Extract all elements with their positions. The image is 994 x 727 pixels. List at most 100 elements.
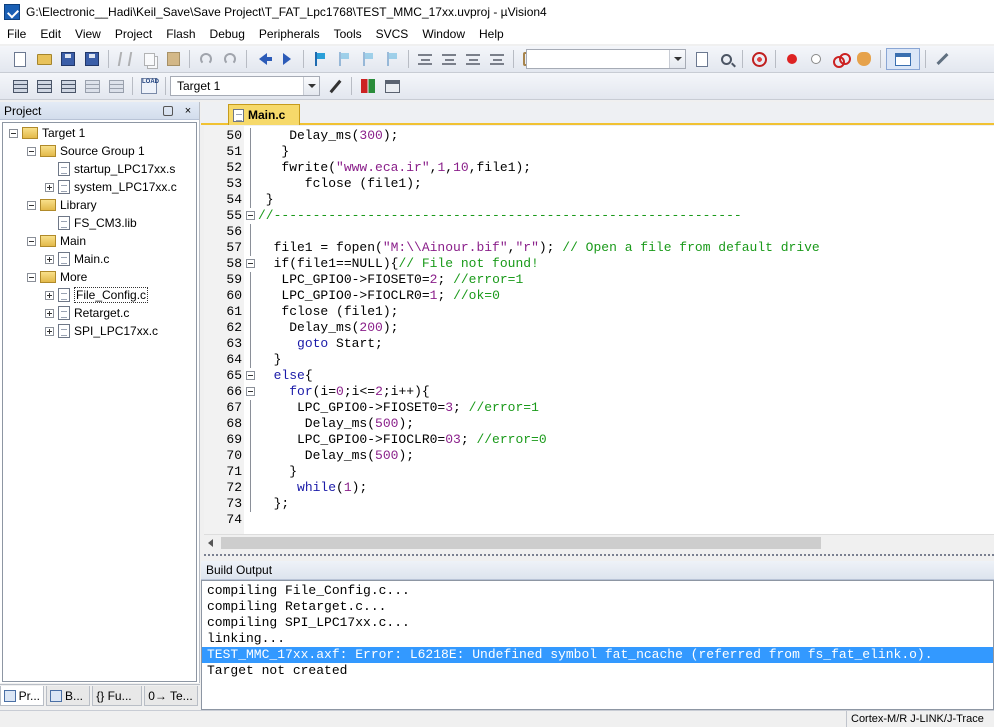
menu-help[interactable]: Help bbox=[472, 25, 511, 43]
navigate-back-button[interactable] bbox=[252, 48, 274, 70]
redo-button[interactable] bbox=[219, 48, 241, 70]
close-panel-button[interactable]: × bbox=[181, 105, 195, 117]
collapse-icon[interactable] bbox=[27, 146, 36, 156]
start-debug-button[interactable] bbox=[748, 48, 770, 70]
panel-splitter[interactable] bbox=[204, 551, 994, 560]
target-select[interactable]: Target 1 bbox=[170, 76, 320, 96]
tab-main-c[interactable]: Main.c bbox=[228, 104, 300, 125]
code-line[interactable]: 69 LPC_GPIO0->FIOCLR0=03; //error=0 bbox=[204, 432, 994, 448]
horizontal-scrollbar[interactable] bbox=[204, 534, 994, 551]
code-line[interactable]: 50 Delay_ms(300); bbox=[204, 128, 994, 144]
fold-collapse-icon[interactable] bbox=[246, 371, 255, 380]
fold-collapse-icon[interactable] bbox=[246, 211, 255, 220]
open-file-button[interactable] bbox=[33, 48, 55, 70]
code-line[interactable]: 70 Delay_ms(500); bbox=[204, 448, 994, 464]
code-line[interactable]: 72 while(1); bbox=[204, 480, 994, 496]
code-line[interactable]: 65 else{ bbox=[204, 368, 994, 384]
fold-collapse-icon[interactable] bbox=[246, 387, 255, 396]
menu-edit[interactable]: Edit bbox=[33, 25, 68, 43]
tree-file[interactable]: File_Config.c bbox=[45, 286, 149, 304]
code-line[interactable]: 63 goto Start; bbox=[204, 336, 994, 352]
comment-button[interactable] bbox=[462, 48, 484, 70]
insert-bookmark-button[interactable] bbox=[309, 48, 331, 70]
menu-file[interactable]: File bbox=[0, 25, 33, 43]
collapse-icon[interactable] bbox=[27, 272, 36, 282]
next-bookmark-button[interactable] bbox=[357, 48, 379, 70]
find-button[interactable] bbox=[715, 48, 737, 70]
tree-folder[interactable]: Source Group 1 bbox=[27, 142, 145, 160]
code-line[interactable]: 56 bbox=[204, 224, 994, 240]
chevron-down-icon[interactable] bbox=[303, 77, 319, 95]
code-line[interactable]: 55 //------------------------------------… bbox=[204, 208, 994, 224]
cut-button[interactable] bbox=[114, 48, 136, 70]
tree-folder[interactable]: Target 1 bbox=[9, 124, 85, 142]
code-line[interactable]: 51 } bbox=[204, 144, 994, 160]
code-line[interactable]: 71 } bbox=[204, 464, 994, 480]
select-packs-button[interactable] bbox=[381, 75, 403, 97]
code-line[interactable]: 57 file1 = fopen("M:\\Ainour.bif","r"); … bbox=[204, 240, 994, 256]
menu-window[interactable]: Window bbox=[415, 25, 472, 43]
code-line[interactable]: 74 bbox=[204, 512, 994, 528]
code-line[interactable]: 62 Delay_ms(200); bbox=[204, 320, 994, 336]
code-line[interactable]: 68 Delay_ms(500); bbox=[204, 416, 994, 432]
expand-icon[interactable] bbox=[45, 254, 54, 264]
scrollbar-thumb[interactable] bbox=[221, 537, 821, 549]
collapse-icon[interactable] bbox=[27, 200, 36, 210]
tab-books[interactable]: B... bbox=[46, 686, 91, 706]
tree-file[interactable]: system_LPC17xx.c bbox=[45, 178, 177, 196]
chevron-down-icon[interactable] bbox=[669, 50, 685, 68]
build-output-panel[interactable]: compiling File_Config.c... compiling Reta… bbox=[201, 580, 994, 710]
indent-button[interactable] bbox=[414, 48, 436, 70]
build-button[interactable] bbox=[33, 75, 55, 97]
expand-icon[interactable] bbox=[45, 308, 54, 318]
previous-bookmark-button[interactable] bbox=[333, 48, 355, 70]
code-line[interactable]: 52 fwrite("www.eca.ir",1,10,file1); bbox=[204, 160, 994, 176]
menu-tools[interactable]: Tools bbox=[327, 25, 369, 43]
code-line[interactable]: 67 LPC_GPIO0->FIOSET0=3; //error=1 bbox=[204, 400, 994, 416]
build-error-line[interactable]: TEST_MMC_17xx.axf: Error: L6218E: Undefi… bbox=[202, 647, 993, 663]
tree-file[interactable]: startup_LPC17xx.s bbox=[45, 160, 175, 178]
clear-bookmarks-button[interactable] bbox=[381, 48, 403, 70]
tree-file[interactable]: SPI_LPC17xx.c bbox=[45, 322, 158, 340]
code-line[interactable]: 73 }; bbox=[204, 496, 994, 512]
unindent-button[interactable] bbox=[438, 48, 460, 70]
disable-all-breakpoints-button[interactable] bbox=[829, 48, 851, 70]
stop-build-button[interactable] bbox=[105, 75, 127, 97]
build-output-line[interactable]: linking... bbox=[202, 631, 993, 647]
code-line[interactable]: 53 fclose (file1); bbox=[204, 176, 994, 192]
navigate-forward-button[interactable] bbox=[276, 48, 298, 70]
scroll-left-icon[interactable] bbox=[208, 539, 213, 547]
menu-view[interactable]: View bbox=[68, 25, 108, 43]
collapse-icon[interactable] bbox=[9, 128, 18, 138]
copy-button[interactable] bbox=[138, 48, 160, 70]
incremental-find-button[interactable] bbox=[691, 48, 713, 70]
fold-collapse-icon[interactable] bbox=[246, 259, 255, 268]
tree-folder[interactable]: More bbox=[27, 268, 87, 286]
menu-flash[interactable]: Flash bbox=[159, 25, 202, 43]
code-line[interactable]: 66 for(i=0;i<=2;i++){ bbox=[204, 384, 994, 400]
tree-folder[interactable]: Library bbox=[27, 196, 97, 214]
build-output-line[interactable]: compiling Retarget.c... bbox=[202, 599, 993, 615]
translate-button[interactable] bbox=[9, 75, 31, 97]
pin-icon[interactable] bbox=[163, 105, 173, 116]
tab-project[interactable]: Pr... bbox=[0, 686, 44, 706]
code-line[interactable]: 64 } bbox=[204, 352, 994, 368]
menu-peripherals[interactable]: Peripherals bbox=[252, 25, 327, 43]
insert-breakpoint-button[interactable] bbox=[781, 48, 803, 70]
tab-templates[interactable]: 0→ Te... bbox=[144, 686, 198, 706]
menu-svcs[interactable]: SVCS bbox=[369, 25, 416, 43]
collapse-icon[interactable] bbox=[27, 236, 36, 246]
code-line[interactable]: 58 if(file1==NULL){// File not found! bbox=[204, 256, 994, 272]
code-line[interactable]: 54 } bbox=[204, 192, 994, 208]
expand-icon[interactable] bbox=[45, 326, 54, 336]
expand-icon[interactable] bbox=[45, 182, 54, 192]
tab-functions[interactable]: {} Fu... bbox=[92, 686, 143, 706]
enable-breakpoint-button[interactable] bbox=[805, 48, 827, 70]
save-all-button[interactable] bbox=[81, 48, 103, 70]
kill-all-breakpoints-button[interactable] bbox=[853, 48, 875, 70]
code-editor[interactable]: 50 Delay_ms(300); 51 } 52 fwrite("www.eca.… bbox=[204, 126, 994, 534]
configure-button[interactable] bbox=[931, 48, 953, 70]
window-layout-button[interactable] bbox=[886, 48, 920, 70]
uncomment-button[interactable] bbox=[486, 48, 508, 70]
build-output-line[interactable]: Target not created bbox=[202, 663, 993, 679]
